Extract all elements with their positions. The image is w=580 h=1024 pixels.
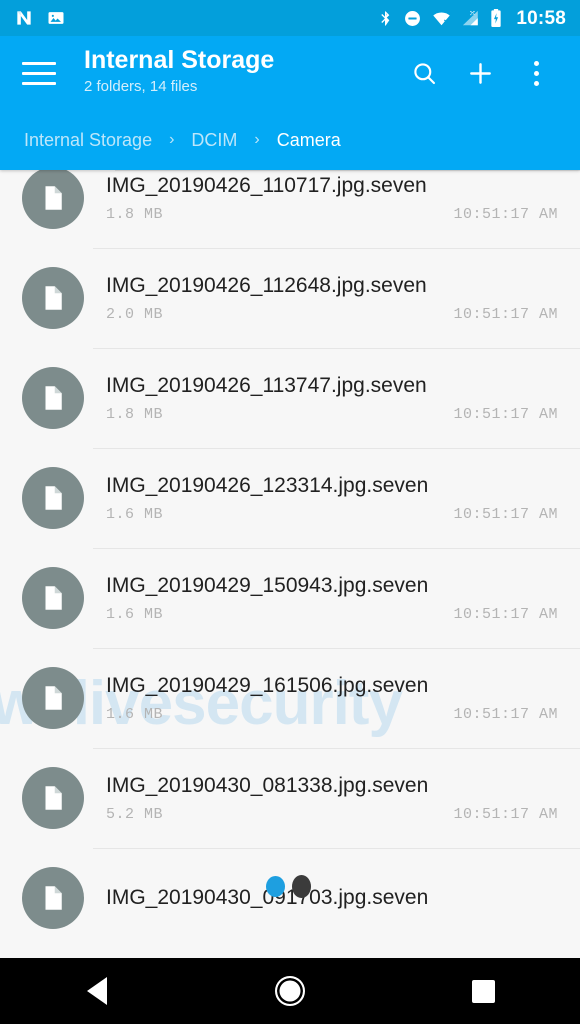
document-file-icon <box>22 867 84 929</box>
file-row-text: IMG_20190426_123314.jpg.seven 1.6 MB 10:… <box>84 473 560 523</box>
file-name: IMG_20190429_161506.jpg.seven <box>106 674 429 697</box>
back-button[interactable] <box>42 958 152 1024</box>
file-row-text: IMG_20190426_110717.jpg.seven 1.8 MB 10:… <box>84 173 560 223</box>
file-list-item[interactable]: IMG_20190429_150943.jpg.seven 1.6 MB 10:… <box>0 548 580 648</box>
list-top-divider <box>115 170 580 171</box>
do-not-disturb-icon <box>405 10 421 26</box>
document-file-icon <box>22 767 84 829</box>
file-time: 10:51:17 AM <box>453 206 558 223</box>
wifi-off-icon <box>433 11 451 25</box>
file-row-text: IMG_20190429_150943.jpg.seven 1.6 MB 10:… <box>84 573 560 623</box>
file-list-item[interactable]: IMG_20190426_123314.jpg.seven 1.6 MB 10:… <box>0 448 580 548</box>
file-name: IMG_20190426_113747.jpg.seven <box>106 374 427 397</box>
file-meta: 1.8 MB 10:51:17 AM <box>106 406 560 423</box>
search-button[interactable] <box>396 43 452 103</box>
overflow-menu-icon <box>533 60 539 86</box>
battery-charging-icon <box>491 9 502 28</box>
file-list[interactable]: welivesecurity IMG_20190426_110717.jpg.s… <box>0 170 580 941</box>
file-name: IMG_20190426_123314.jpg.seven <box>106 474 429 497</box>
file-meta: 1.6 MB 10:51:17 AM <box>106 606 560 623</box>
breadcrumb-separator-icon: › <box>169 131 175 148</box>
toolbar-title-block: Internal Storage 2 folders, 14 files <box>62 36 396 98</box>
document-file-icon <box>22 567 84 629</box>
document-file-icon <box>22 267 84 329</box>
add-button[interactable] <box>452 43 508 103</box>
page-subtitle: 2 folders, 14 files <box>84 78 198 95</box>
file-row-text: IMG_20190430_091703.jpg.seven <box>84 885 560 911</box>
file-name: IMG_20190426_110717.jpg.seven <box>106 174 427 197</box>
document-file-icon <box>22 170 84 229</box>
breadcrumb-separator-icon: › <box>254 131 260 148</box>
toolbar-main-row: Internal Storage 2 folders, 14 files <box>0 36 580 110</box>
file-size: 1.6 MB <box>106 606 164 623</box>
hamburger-menu-icon[interactable] <box>16 36 62 110</box>
file-name: IMG_20190430_081338.jpg.seven <box>106 774 429 797</box>
breadcrumb-item-camera[interactable]: Camera <box>277 130 341 151</box>
photo-icon <box>48 12 64 24</box>
page-title: Internal Storage <box>84 46 275 74</box>
file-list-item[interactable]: IMG_20190430_091703.jpg.seven <box>0 848 580 941</box>
file-time: 10:51:17 AM <box>453 306 558 323</box>
file-size: 1.8 MB <box>106 406 164 423</box>
file-time: 10:51:17 AM <box>453 706 558 723</box>
file-meta: 1.8 MB 10:51:17 AM <box>106 206 560 223</box>
back-arrow-icon <box>86 977 107 1005</box>
status-bar: 10:58 <box>0 0 580 36</box>
file-time: 10:51:17 AM <box>453 806 558 823</box>
file-time: 10:51:17 AM <box>453 506 558 523</box>
breadcrumb-item-root[interactable]: Internal Storage <box>24 130 152 151</box>
file-size: 1.8 MB <box>106 206 164 223</box>
file-list-item[interactable]: IMG_20190429_161506.jpg.seven 1.6 MB 10:… <box>0 648 580 748</box>
file-list-item[interactable]: IMG_20190426_113747.jpg.seven 1.8 MB 10:… <box>0 348 580 448</box>
file-list-item[interactable]: IMG_20190426_112648.jpg.seven 2.0 MB 10:… <box>0 248 580 348</box>
android-navigation-bar <box>0 958 580 1024</box>
file-size: 1.6 MB <box>106 506 164 523</box>
file-meta: 1.6 MB 10:51:17 AM <box>106 706 560 723</box>
cellular-off-icon <box>463 10 479 25</box>
toolbar-actions <box>396 36 564 110</box>
file-size: 2.0 MB <box>106 306 164 323</box>
bluetooth-icon <box>381 10 390 26</box>
file-list-item[interactable]: IMG_20190430_081338.jpg.seven 5.2 MB 10:… <box>0 748 580 848</box>
add-icon <box>469 62 491 84</box>
overflow-menu-button[interactable] <box>508 43 564 103</box>
file-name: IMG_20190430_091703.jpg.seven <box>106 886 429 909</box>
file-meta: 5.2 MB 10:51:17 AM <box>106 806 560 823</box>
status-bar-right-icons: 10:58 <box>377 8 566 28</box>
file-size: 5.2 MB <box>106 806 164 823</box>
file-meta: 2.0 MB 10:51:17 AM <box>106 306 560 323</box>
recents-square-icon <box>471 979 495 1003</box>
nougat-n-icon <box>17 11 31 25</box>
file-size: 1.6 MB <box>106 706 164 723</box>
file-time: 10:51:17 AM <box>453 606 558 623</box>
file-meta: 1.6 MB 10:51:17 AM <box>106 506 560 523</box>
recents-button[interactable] <box>428 958 538 1024</box>
app-toolbar: Internal Storage 2 folders, 14 files Int… <box>0 36 580 170</box>
file-row-text: IMG_20190426_113747.jpg.seven 1.8 MB 10:… <box>84 373 560 423</box>
breadcrumb: Internal Storage › DCIM › Camera <box>0 110 580 170</box>
file-row-text: IMG_20190429_161506.jpg.seven 1.6 MB 10:… <box>84 673 560 723</box>
home-button[interactable] <box>235 958 345 1024</box>
home-circle-icon <box>274 976 305 1006</box>
document-file-icon <box>22 367 84 429</box>
breadcrumb-item-dcim[interactable]: DCIM <box>191 130 237 151</box>
status-bar-left-icons <box>14 8 66 28</box>
search-icon <box>413 62 435 84</box>
file-name: IMG_20190429_150943.jpg.seven <box>106 574 429 597</box>
status-bar-clock: 10:58 <box>516 7 566 29</box>
file-row-text: IMG_20190430_081338.jpg.seven 5.2 MB 10:… <box>84 773 560 823</box>
android-file-manager-screen: 10:58 Internal Storage 2 folders, 14 fil… <box>0 0 580 1024</box>
document-file-icon <box>22 667 84 729</box>
file-row-text: IMG_20190426_112648.jpg.seven 2.0 MB 10:… <box>84 273 560 323</box>
file-list-item[interactable]: IMG_20190426_110717.jpg.seven 1.8 MB 10:… <box>0 170 580 248</box>
file-name: IMG_20190426_112648.jpg.seven <box>106 274 427 297</box>
document-file-icon <box>22 467 84 529</box>
file-time: 10:51:17 AM <box>453 406 558 423</box>
